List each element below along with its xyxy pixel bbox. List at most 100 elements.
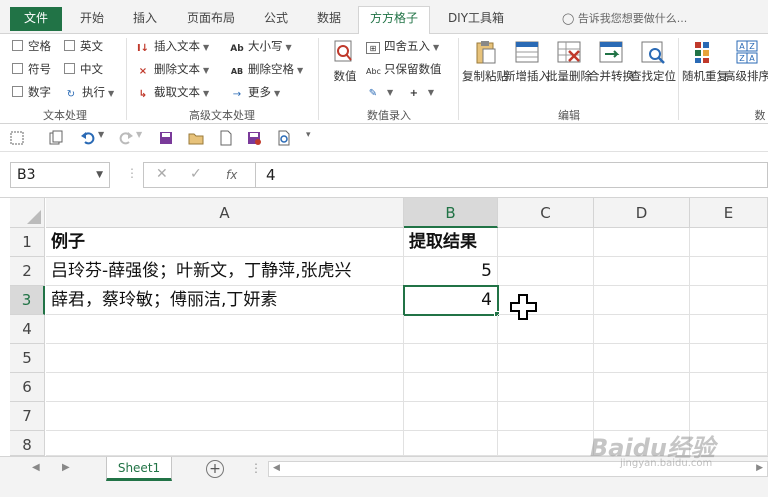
cell-d3[interactable] (594, 286, 690, 315)
checkbox-space[interactable]: 空格 (12, 38, 51, 54)
sheet-next-icon[interactable]: ▶ (62, 462, 70, 473)
cell-e2[interactable] (690, 257, 768, 286)
tab-page-layout[interactable]: 页面布局 (176, 7, 246, 31)
advanced-sort-button[interactable]: A Z Z A 高级排序 (724, 38, 768, 84)
random-repeat-button[interactable]: 随机重复 (682, 38, 728, 84)
cancel-icon[interactable]: ✕ (156, 166, 168, 182)
checkbox-chinese[interactable]: 中文 (64, 61, 103, 77)
cell-b8[interactable] (404, 431, 498, 456)
undo-icon[interactable] (80, 130, 96, 146)
cell-a6[interactable] (46, 373, 404, 402)
cell-b6[interactable] (404, 373, 498, 402)
select-all-corner[interactable] (10, 198, 45, 228)
row-header-4[interactable]: 4 (10, 315, 45, 344)
cell-b7[interactable] (404, 402, 498, 431)
sheet-tab-sheet1[interactable]: Sheet1 (106, 457, 172, 481)
customize-toolbar-icon[interactable]: ▾ (306, 130, 311, 140)
resize-handle-icon[interactable]: ⋮ (126, 166, 138, 180)
scroll-left-icon[interactable]: ◀ (273, 463, 280, 473)
cell-c6[interactable] (498, 373, 594, 402)
redo-icon[interactable] (118, 130, 134, 146)
column-header-c[interactable]: C (498, 198, 594, 228)
row-header-5[interactable]: 5 (10, 344, 45, 373)
column-header-a[interactable]: A (46, 198, 404, 228)
case-button[interactable]: Ab 大小写 ▼ (230, 38, 291, 55)
cell-d4[interactable] (594, 315, 690, 344)
row-header-2[interactable]: 2 (10, 257, 45, 286)
tell-me-box[interactable]: ◯ 告诉我您想要做什么... (562, 10, 687, 26)
cell-e4[interactable] (690, 315, 768, 344)
find-locate-button[interactable]: 查找定位 (630, 38, 676, 84)
numeric-extra-buttons[interactable]: ✎ ▼ + ▼ (366, 84, 434, 100)
checkbox-english[interactable]: 英文 (64, 38, 103, 54)
cell-e1[interactable] (690, 228, 768, 257)
undo-dropdown-icon[interactable]: ▼ (98, 130, 104, 139)
cell-e7[interactable] (690, 402, 768, 431)
redo-dropdown-icon[interactable]: ▼ (136, 130, 142, 139)
tab-fangfanggezi[interactable]: 方方格子 (358, 6, 430, 34)
cell-a3[interactable]: 薛君，蔡玲敏；傅丽洁,丁妍素 (46, 286, 404, 315)
cell-d5[interactable] (594, 344, 690, 373)
formula-input[interactable]: 4 (255, 162, 768, 188)
grid-icon[interactable] (10, 130, 26, 146)
cell-c7[interactable] (498, 402, 594, 431)
row-header-6[interactable]: 6 (10, 373, 45, 402)
tab-data[interactable]: 数据 (306, 7, 352, 31)
cell-a8[interactable] (46, 431, 404, 456)
delete-text-button[interactable]: × 删除文本 ▼ (136, 61, 209, 78)
merge-convert-button[interactable]: 合并转换 (588, 38, 634, 84)
column-header-e[interactable]: E (690, 198, 768, 228)
cell-e6[interactable] (690, 373, 768, 402)
checkbox-number[interactable]: 数字 (12, 84, 51, 100)
cell-a5[interactable] (46, 344, 404, 373)
execute-button[interactable]: ↻ 执行 ▼ (64, 84, 114, 101)
cell-a1[interactable]: 例子 (46, 228, 404, 257)
name-box[interactable]: B3 ▼ (10, 162, 110, 188)
cell-d7[interactable] (594, 402, 690, 431)
cell-e3[interactable] (690, 286, 768, 315)
more-button[interactable]: → 更多 ▼ (230, 84, 280, 101)
cell-d2[interactable] (594, 257, 690, 286)
sheet-prev-icon[interactable]: ◀ (32, 462, 40, 473)
chevron-down-icon[interactable]: ▼ (96, 163, 103, 187)
cell-b5[interactable] (404, 344, 498, 373)
keep-value-button[interactable]: Abc 只保留数值 (366, 61, 442, 78)
cell-b1[interactable]: 提取结果 (404, 228, 498, 257)
copy-paste-button[interactable]: 复制粘贴 (462, 38, 508, 84)
insert-text-button[interactable]: I↓ 插入文本 ▼ (136, 38, 209, 55)
tab-diy-toolbox[interactable]: DIY工具箱 (438, 7, 514, 31)
value-button[interactable]: 数值 (322, 38, 368, 84)
save-icon[interactable] (158, 130, 174, 146)
round-button[interactable]: ⊞ 四舍五入 ▼ (366, 38, 439, 54)
row-header-8[interactable]: 8 (10, 431, 45, 456)
tab-home[interactable]: 开始 (70, 7, 114, 31)
open-folder-icon[interactable] (188, 130, 204, 146)
row-header-3[interactable]: 3 (10, 286, 45, 315)
cut-text-button[interactable]: ↳ 截取文本 ▼ (136, 84, 209, 101)
tab-file[interactable]: 文件 (10, 7, 62, 31)
row-header-1[interactable]: 1 (10, 228, 45, 257)
add-sheet-icon[interactable]: + (206, 460, 224, 478)
cell-a4[interactable] (46, 315, 404, 344)
checkbox-symbol[interactable]: 符号 (12, 61, 51, 77)
delete-space-button[interactable]: AB 删除空格 ▼ (230, 61, 303, 78)
save-as-icon[interactable] (246, 130, 262, 146)
cell-c2[interactable] (498, 257, 594, 286)
scroll-right-icon[interactable]: ▶ (756, 463, 763, 473)
batch-delete-button[interactable]: 批量删除 (546, 38, 592, 84)
cell-a2[interactable]: 吕玲芬-薛强俊；叶新文，丁静萍,张虎兴 (46, 257, 404, 286)
row-header-7[interactable]: 7 (10, 402, 45, 431)
cell-b3-active[interactable]: 4 (403, 285, 499, 316)
cell-e5[interactable] (690, 344, 768, 373)
tab-formulas[interactable]: 公式 (254, 7, 298, 31)
cell-d6[interactable] (594, 373, 690, 402)
cell-b4[interactable] (404, 315, 498, 344)
column-header-d[interactable]: D (594, 198, 690, 228)
tab-insert[interactable]: 插入 (122, 7, 168, 31)
copy-format-icon[interactable] (48, 130, 64, 146)
new-file-icon[interactable] (218, 130, 234, 146)
print-preview-icon[interactable] (276, 130, 292, 146)
insert-new-button[interactable]: 新增插入 (504, 38, 550, 84)
cell-c5[interactable] (498, 344, 594, 373)
cell-c8[interactable] (498, 431, 594, 456)
